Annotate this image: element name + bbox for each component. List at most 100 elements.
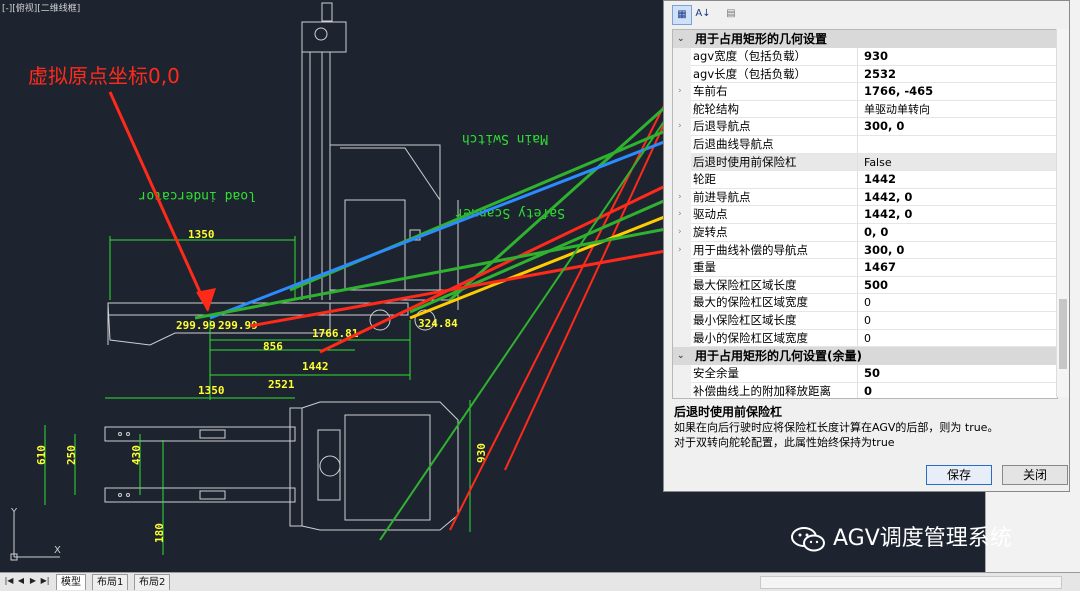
expand-icon[interactable]: › — [678, 118, 682, 136]
scrollbar-thumb[interactable] — [1059, 299, 1067, 369]
property-value[interactable]: False — [858, 153, 1057, 172]
collapse-icon[interactable]: ⌄ — [677, 347, 685, 365]
expand-icon[interactable]: › — [678, 83, 682, 101]
property-value[interactable]: 930 — [858, 48, 1057, 66]
property-name: 最大的保险杠区域宽度 — [691, 294, 858, 312]
arrow-width-red — [449, 57, 689, 531]
property-category-0[interactable]: ⌄ 用于占用矩形的几何设置 — [673, 30, 1057, 48]
dim-856: 856 — [263, 340, 283, 353]
property-value[interactable] — [858, 136, 1057, 154]
alphabetical-icon[interactable]: A↓ — [694, 5, 712, 23]
close-button[interactable]: 关闭 — [1002, 465, 1068, 485]
property-value[interactable]: 1442, 0 — [858, 189, 1057, 207]
row-gutter — [673, 100, 691, 119]
dim-299-left: 299.99 — [176, 319, 216, 332]
property-value[interactable]: 500 — [858, 277, 1057, 295]
category-title: 用于占用矩形的几何设置(余量) — [695, 349, 862, 364]
description-area: 后退时使用前保险杠 如果在向后行驶时应将保险杠长度计算在AGV的后部，则为 tr… — [672, 399, 1062, 455]
property-row[interactable]: › 前进导航点 1442, 0 — [673, 188, 1057, 207]
property-row[interactable]: 重量 1467 — [673, 259, 1057, 277]
ucs-x-label: X — [54, 545, 61, 556]
property-grid-scrollbar[interactable] — [1056, 29, 1069, 397]
property-category-1[interactable]: ⌄ 用于占用矩形的几何设置(余量) — [673, 347, 1057, 366]
property-name: 旋转点 — [691, 224, 858, 242]
tab-model[interactable]: 模型 — [56, 574, 86, 590]
property-value[interactable]: 0 — [858, 294, 1057, 312]
property-name: 最小的保险杠区域宽度 — [691, 329, 858, 348]
dim-430: 430 — [130, 445, 143, 465]
row-gutter — [673, 276, 691, 295]
wechat-icon — [791, 527, 825, 552]
property-row[interactable]: agv宽度（包括负载） 930 — [673, 48, 1057, 66]
expand-icon[interactable]: › — [678, 189, 682, 207]
property-value[interactable]: 0, 0 — [858, 224, 1057, 242]
property-row[interactable]: › 旋转点 0, 0 — [673, 224, 1057, 242]
row-gutter — [673, 65, 691, 84]
horizontal-scrollbar[interactable] — [760, 576, 1062, 589]
dim-1350-top: 1350 — [188, 228, 215, 241]
row-gutter: › — [673, 118, 691, 136]
layout-tab-bar: |◀ ◀ ▶ ▶| 模型 布局1 布局2 — [0, 572, 1080, 591]
tab-layout1[interactable]: 布局1 — [92, 574, 129, 590]
property-row[interactable]: › 后退导航点 300, 0 — [673, 118, 1057, 136]
property-value[interactable]: 0 — [858, 383, 1057, 398]
expand-icon[interactable]: › — [678, 206, 682, 224]
row-gutter: › — [673, 224, 691, 242]
prev-layout-button[interactable]: ◀ — [16, 575, 26, 587]
property-pages-icon[interactable]: ▤ — [722, 5, 740, 23]
property-value[interactable]: 单驱动单转向 — [858, 101, 1057, 119]
first-layout-button[interactable]: |◀ — [4, 575, 14, 587]
row-gutter: › — [673, 83, 691, 101]
property-value[interactable]: 50 — [858, 365, 1057, 383]
row-gutter — [673, 48, 691, 66]
property-value[interactable]: 0 — [858, 330, 1057, 348]
property-value[interactable]: 2532 — [858, 66, 1057, 84]
forklift-side-view — [107, 2, 459, 346]
property-row[interactable]: 最小保险杠区域长度 0 — [673, 312, 1057, 330]
property-row[interactable]: 补偿曲线上的附加释放距离 0 — [673, 382, 1057, 398]
property-row[interactable]: 后退时使用前保险杠 False — [673, 153, 1057, 172]
description-text: 如果在向后行驶时应将保险杠长度计算在AGV的后部，则为 true。 对于双转向舵… — [674, 421, 1062, 450]
property-row[interactable]: 最小的保险杠区域宽度 0 — [673, 329, 1057, 348]
row-gutter — [673, 312, 691, 330]
tab-layout2[interactable]: 布局2 — [134, 574, 171, 590]
property-value[interactable]: 1442, 0 — [858, 206, 1057, 224]
property-row[interactable]: › 用于曲线补偿的导航点 300, 0 — [673, 241, 1057, 260]
row-gutter: › — [673, 206, 691, 224]
property-row[interactable]: 最大保险杠区域长度 500 — [673, 276, 1057, 295]
property-name: 车前右 — [691, 83, 858, 101]
property-value[interactable]: 1442 — [858, 171, 1057, 189]
property-name: 后退导航点 — [691, 118, 858, 136]
property-value[interactable]: 300, 0 — [858, 118, 1057, 136]
collapse-icon[interactable]: ⌄ — [677, 30, 685, 48]
row-gutter — [673, 329, 691, 348]
property-row[interactable]: › 驱动点 1442, 0 — [673, 206, 1057, 224]
expand-icon[interactable]: › — [678, 224, 682, 242]
property-row[interactable]: 安全余量 50 — [673, 365, 1057, 383]
property-value[interactable]: 1766, -465 — [858, 83, 1057, 101]
property-value[interactable]: 1467 — [858, 259, 1057, 277]
property-value[interactable]: 300, 0 — [858, 242, 1057, 260]
property-toolbar: ▦ A↓ ▤ — [664, 1, 1069, 27]
last-layout-button[interactable]: ▶| — [40, 575, 50, 587]
origin-annotation: 虚拟原点坐标0,0 — [28, 64, 180, 88]
property-value[interactable]: 0 — [858, 312, 1057, 330]
save-button[interactable]: 保存 — [926, 465, 992, 485]
property-row[interactable]: 舵轮结构 单驱动单转向 — [673, 100, 1057, 119]
property-row[interactable]: 后退曲线导航点 — [673, 136, 1057, 154]
viewport-label[interactable]: [-][俯视][二维线框] — [2, 1, 80, 14]
categorized-icon[interactable]: ▦ — [672, 5, 692, 25]
row-gutter: › — [673, 188, 691, 207]
property-name: 最大保险杠区域长度 — [691, 276, 858, 295]
property-row[interactable]: agv长度（包括负载） 2532 — [673, 65, 1057, 84]
property-row[interactable]: › 车前右 1766, -465 — [673, 83, 1057, 101]
property-grid[interactable]: ⌄ 用于占用矩形的几何设置 agv宽度（包括负载） 930 agv长度（包括负载） 253… — [672, 29, 1058, 399]
dim-250: 250 — [65, 445, 78, 465]
expand-icon[interactable]: › — [678, 242, 682, 260]
main-switch-label: Main Switch — [462, 131, 548, 146]
property-row[interactable]: 轮距 1442 — [673, 171, 1057, 189]
description-title: 后退时使用前保险杠 — [674, 405, 783, 419]
next-layout-button[interactable]: ▶ — [28, 575, 38, 587]
property-row[interactable]: 最大的保险杠区域宽度 0 — [673, 294, 1057, 312]
row-gutter — [673, 382, 691, 398]
